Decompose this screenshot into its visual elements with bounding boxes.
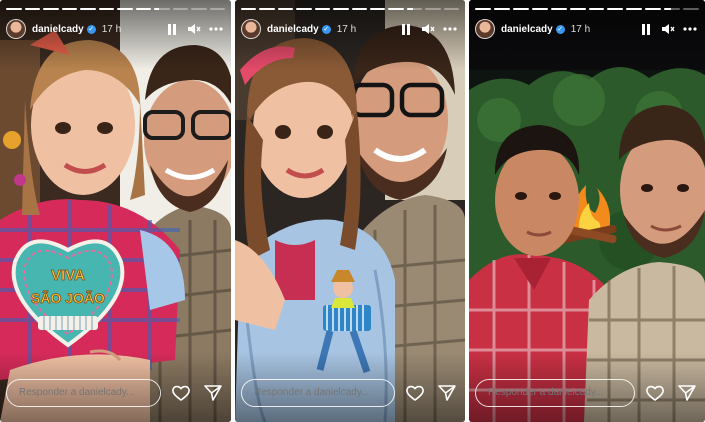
progress-segment [351,8,367,10]
story-progress [6,8,225,10]
progress-segment [154,8,170,10]
timestamp: 17 h [101,23,122,35]
progress-segment [314,8,331,10]
reply-input[interactable] [241,379,395,407]
story-panel-1[interactable]: VIVA SÃO JOÃO danielcady ✓ 17 h [0,0,231,422]
progress-segment [117,8,133,10]
story-panel-2[interactable]: danielcady ✓ 17 h [235,0,465,422]
progress-segment [24,8,40,10]
progress-segment [493,8,510,10]
progress-segment [475,8,491,10]
reply-input[interactable] [475,379,635,407]
stories-row: VIVA SÃO JOÃO danielcady ✓ 17 h Responde… [0,0,705,422]
username[interactable]: danielcady [32,24,84,35]
progress-segment [588,8,605,10]
progress-segment [443,8,460,10]
story-header: danielcady ✓ 17 h [475,18,699,40]
send-icon[interactable] [435,381,459,405]
progress-segment [61,8,77,10]
story-progress [475,8,700,10]
story-header: danielcady ✓ 17 h [6,18,225,40]
more-icon[interactable] [441,20,459,38]
progress-segment [531,8,548,10]
mute-icon[interactable] [419,20,437,38]
progress-segment [241,8,257,10]
progress-segment [135,8,151,10]
progress-segment [683,8,700,10]
avatar[interactable] [475,19,495,39]
progress-segment [369,8,386,10]
verified-icon: ✓ [86,24,96,34]
progress-segment [425,8,441,10]
verified-icon: ✓ [555,24,565,34]
heart-icon[interactable] [403,381,427,405]
more-icon[interactable] [207,20,225,38]
mute-icon[interactable] [659,20,677,38]
progress-segment [569,8,586,10]
reply-input[interactable] [6,379,161,407]
pause-icon[interactable] [637,20,655,38]
progress-segment [259,8,275,10]
avatar[interactable] [6,19,26,39]
story-footer [475,378,699,408]
username[interactable]: danielcady [501,24,553,35]
heart-icon[interactable] [643,381,667,405]
progress-segment [80,8,96,10]
sticker-heart-line2: SÃO JOÃO [31,289,105,306]
story-progress [241,8,460,10]
progress-segment [6,8,22,10]
send-icon[interactable] [201,381,225,405]
progress-segment [512,8,529,10]
avatar[interactable] [241,19,261,39]
progress-segment [664,8,681,10]
timestamp: 17 h [570,23,591,35]
progress-segment [296,8,312,10]
sticker-heart-line1: VIVA [51,267,85,284]
progress-segment [98,8,114,10]
progress-segment [406,8,423,10]
story-footer [241,378,459,408]
verified-icon: ✓ [321,24,331,34]
timestamp: 17 h [336,23,357,35]
heart-icon[interactable] [169,381,193,405]
username[interactable]: danielcady [267,24,319,35]
progress-segment [626,8,643,10]
progress-segment [277,8,294,10]
pause-icon[interactable] [163,20,181,38]
story-header: danielcady ✓ 17 h [241,18,459,40]
progress-segment [607,8,624,10]
progress-segment [209,8,225,10]
progress-segment [333,8,349,10]
mute-icon[interactable] [185,20,203,38]
story-panel-3[interactable]: danielcady ✓ 17 h [469,0,705,422]
progress-segment [191,8,207,10]
send-icon[interactable] [675,381,699,405]
more-icon[interactable] [681,20,699,38]
progress-segment [172,8,188,10]
progress-segment [550,8,567,10]
progress-segment [43,8,59,10]
progress-segment [388,8,404,10]
story-footer [6,378,225,408]
progress-segment [645,8,662,10]
pause-icon[interactable] [397,20,415,38]
